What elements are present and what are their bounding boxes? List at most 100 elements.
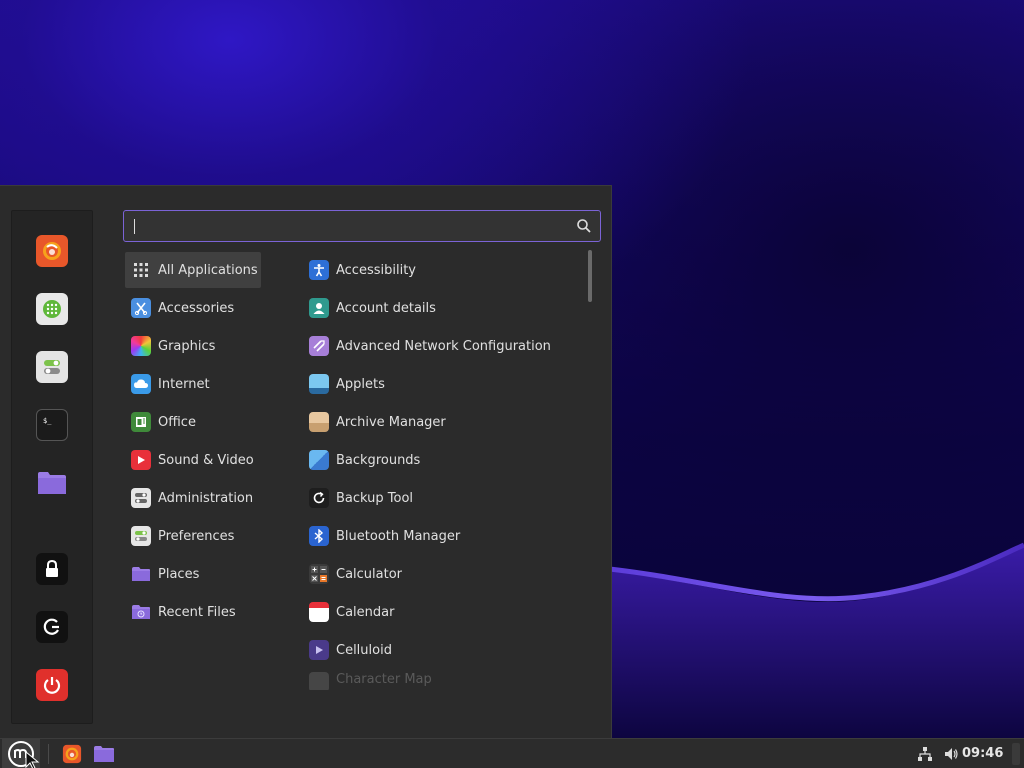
show-desktop-button[interactable] <box>1012 743 1020 765</box>
network-wired-icon <box>918 747 932 761</box>
category-recent-files[interactable]: Recent Files <box>125 594 261 630</box>
accessibility-icon <box>309 260 329 280</box>
app-label: Calendar <box>336 604 395 620</box>
calculator-icon <box>309 564 329 584</box>
app-list-scrollbar[interactable] <box>588 250 592 302</box>
app-label: Bluetooth Manager <box>336 528 461 544</box>
folder-icon <box>38 472 66 494</box>
app-accessibility[interactable]: Accessibility <box>305 252 575 288</box>
app-advanced-network-configuration[interactable]: Advanced Network Configuration <box>305 328 575 364</box>
panel-launcher-files[interactable] <box>92 739 116 768</box>
backgrounds-icon <box>309 450 329 470</box>
grid-icon <box>131 260 151 280</box>
lock-screen-button[interactable] <box>36 553 68 585</box>
network-status[interactable] <box>914 739 936 768</box>
favorite-files[interactable] <box>36 467 68 499</box>
app-applets[interactable]: Applets <box>305 366 575 402</box>
category-label: Administration <box>158 490 254 506</box>
category-preferences[interactable]: Preferences <box>125 518 261 554</box>
firefox-icon <box>62 744 82 764</box>
svg-text:$_: $_ <box>43 417 52 425</box>
category-label: All Applications <box>158 262 258 278</box>
favorite-firefox[interactable] <box>36 235 68 267</box>
calendar-icon <box>309 602 329 622</box>
app-calendar[interactable]: Calendar <box>305 594 575 630</box>
taskbar-panel: 09:46 <box>0 738 1024 768</box>
quit-button[interactable] <box>36 669 68 701</box>
text-cursor <box>134 219 135 234</box>
app-bluetooth-manager[interactable]: Bluetooth Manager <box>305 518 575 554</box>
category-label: Graphics <box>158 338 216 354</box>
category-internet[interactable]: Internet <box>125 366 261 402</box>
volume-control[interactable] <box>940 739 962 768</box>
mouse-pointer-icon <box>25 751 40 768</box>
account-icon <box>309 298 329 318</box>
app-label: Archive Manager <box>336 414 446 430</box>
category-all-applications[interactable]: All Applications <box>125 252 261 288</box>
category-office[interactable]: Office <box>125 404 261 440</box>
accessories-icon <box>131 298 151 318</box>
archive-icon <box>309 412 329 432</box>
app-label: Backgrounds <box>336 452 421 468</box>
app-character-map[interactable]: Character Map <box>305 670 575 690</box>
office-icon <box>131 412 151 432</box>
category-label: Recent Files <box>158 604 236 620</box>
terminal-icon: $_ <box>43 417 52 425</box>
app-label: Celluloid <box>336 642 392 658</box>
bluetooth-icon <box>309 526 329 546</box>
recent-files-icon <box>131 602 151 622</box>
internet-icon <box>131 374 151 394</box>
settings-toggle-icon <box>44 360 60 374</box>
software-manager-icon <box>43 300 61 318</box>
firefox-icon <box>43 242 61 260</box>
app-account-details[interactable]: Account details <box>305 290 575 326</box>
app-calculator[interactable]: Calculator <box>305 556 575 592</box>
character-map-icon <box>309 672 329 690</box>
favorites-sidebar: $_ <box>11 210 93 724</box>
search-icon <box>577 219 591 233</box>
category-label: Internet <box>158 376 210 392</box>
sound-video-icon <box>131 450 151 470</box>
power-icon <box>43 677 61 694</box>
category-administration[interactable]: Administration <box>125 480 261 516</box>
favorite-terminal[interactable]: $_ <box>36 409 68 441</box>
application-menu: $_ All Applications Accessories Graphics… <box>0 185 612 738</box>
panel-launcher-firefox[interactable] <box>60 739 84 768</box>
app-label: Applets <box>336 376 385 392</box>
folder-icon <box>131 564 151 584</box>
category-accessories[interactable]: Accessories <box>125 290 261 326</box>
app-label: Backup Tool <box>336 490 414 506</box>
folder-icon <box>94 746 114 762</box>
app-backgrounds[interactable]: Backgrounds <box>305 442 575 478</box>
category-graphics[interactable]: Graphics <box>125 328 261 364</box>
volume-icon <box>945 748 958 760</box>
category-label: Places <box>158 566 200 582</box>
logout-icon <box>43 618 59 635</box>
panel-separator <box>48 744 49 764</box>
graphics-icon <box>131 336 151 356</box>
panel-clock[interactable]: 09:46 <box>962 739 1003 768</box>
app-label: Accessibility <box>336 262 416 278</box>
category-label: Office <box>158 414 196 430</box>
logout-button[interactable] <box>36 611 68 643</box>
preferences-icon <box>131 526 151 546</box>
app-celluloid[interactable]: Celluloid <box>305 632 575 668</box>
category-places[interactable]: Places <box>125 556 261 592</box>
category-sound-video[interactable]: Sound & Video <box>125 442 261 478</box>
administration-icon <box>131 488 151 508</box>
search-input[interactable] <box>132 216 572 236</box>
celluloid-icon <box>309 640 329 660</box>
network-config-icon <box>309 336 329 356</box>
app-label: Character Map <box>336 672 432 687</box>
favorite-system-settings[interactable] <box>36 351 68 383</box>
search-box[interactable] <box>123 210 601 242</box>
category-label: Accessories <box>158 300 235 316</box>
app-label: Account details <box>336 300 436 316</box>
app-label: Advanced Network Configuration <box>336 338 551 354</box>
applets-icon <box>309 374 329 394</box>
app-backup-tool[interactable]: Backup Tool <box>305 480 575 516</box>
favorite-software-manager[interactable] <box>36 293 68 325</box>
category-label: Preferences <box>158 528 235 544</box>
app-archive-manager[interactable]: Archive Manager <box>305 404 575 440</box>
category-label: Sound & Video <box>158 452 254 468</box>
